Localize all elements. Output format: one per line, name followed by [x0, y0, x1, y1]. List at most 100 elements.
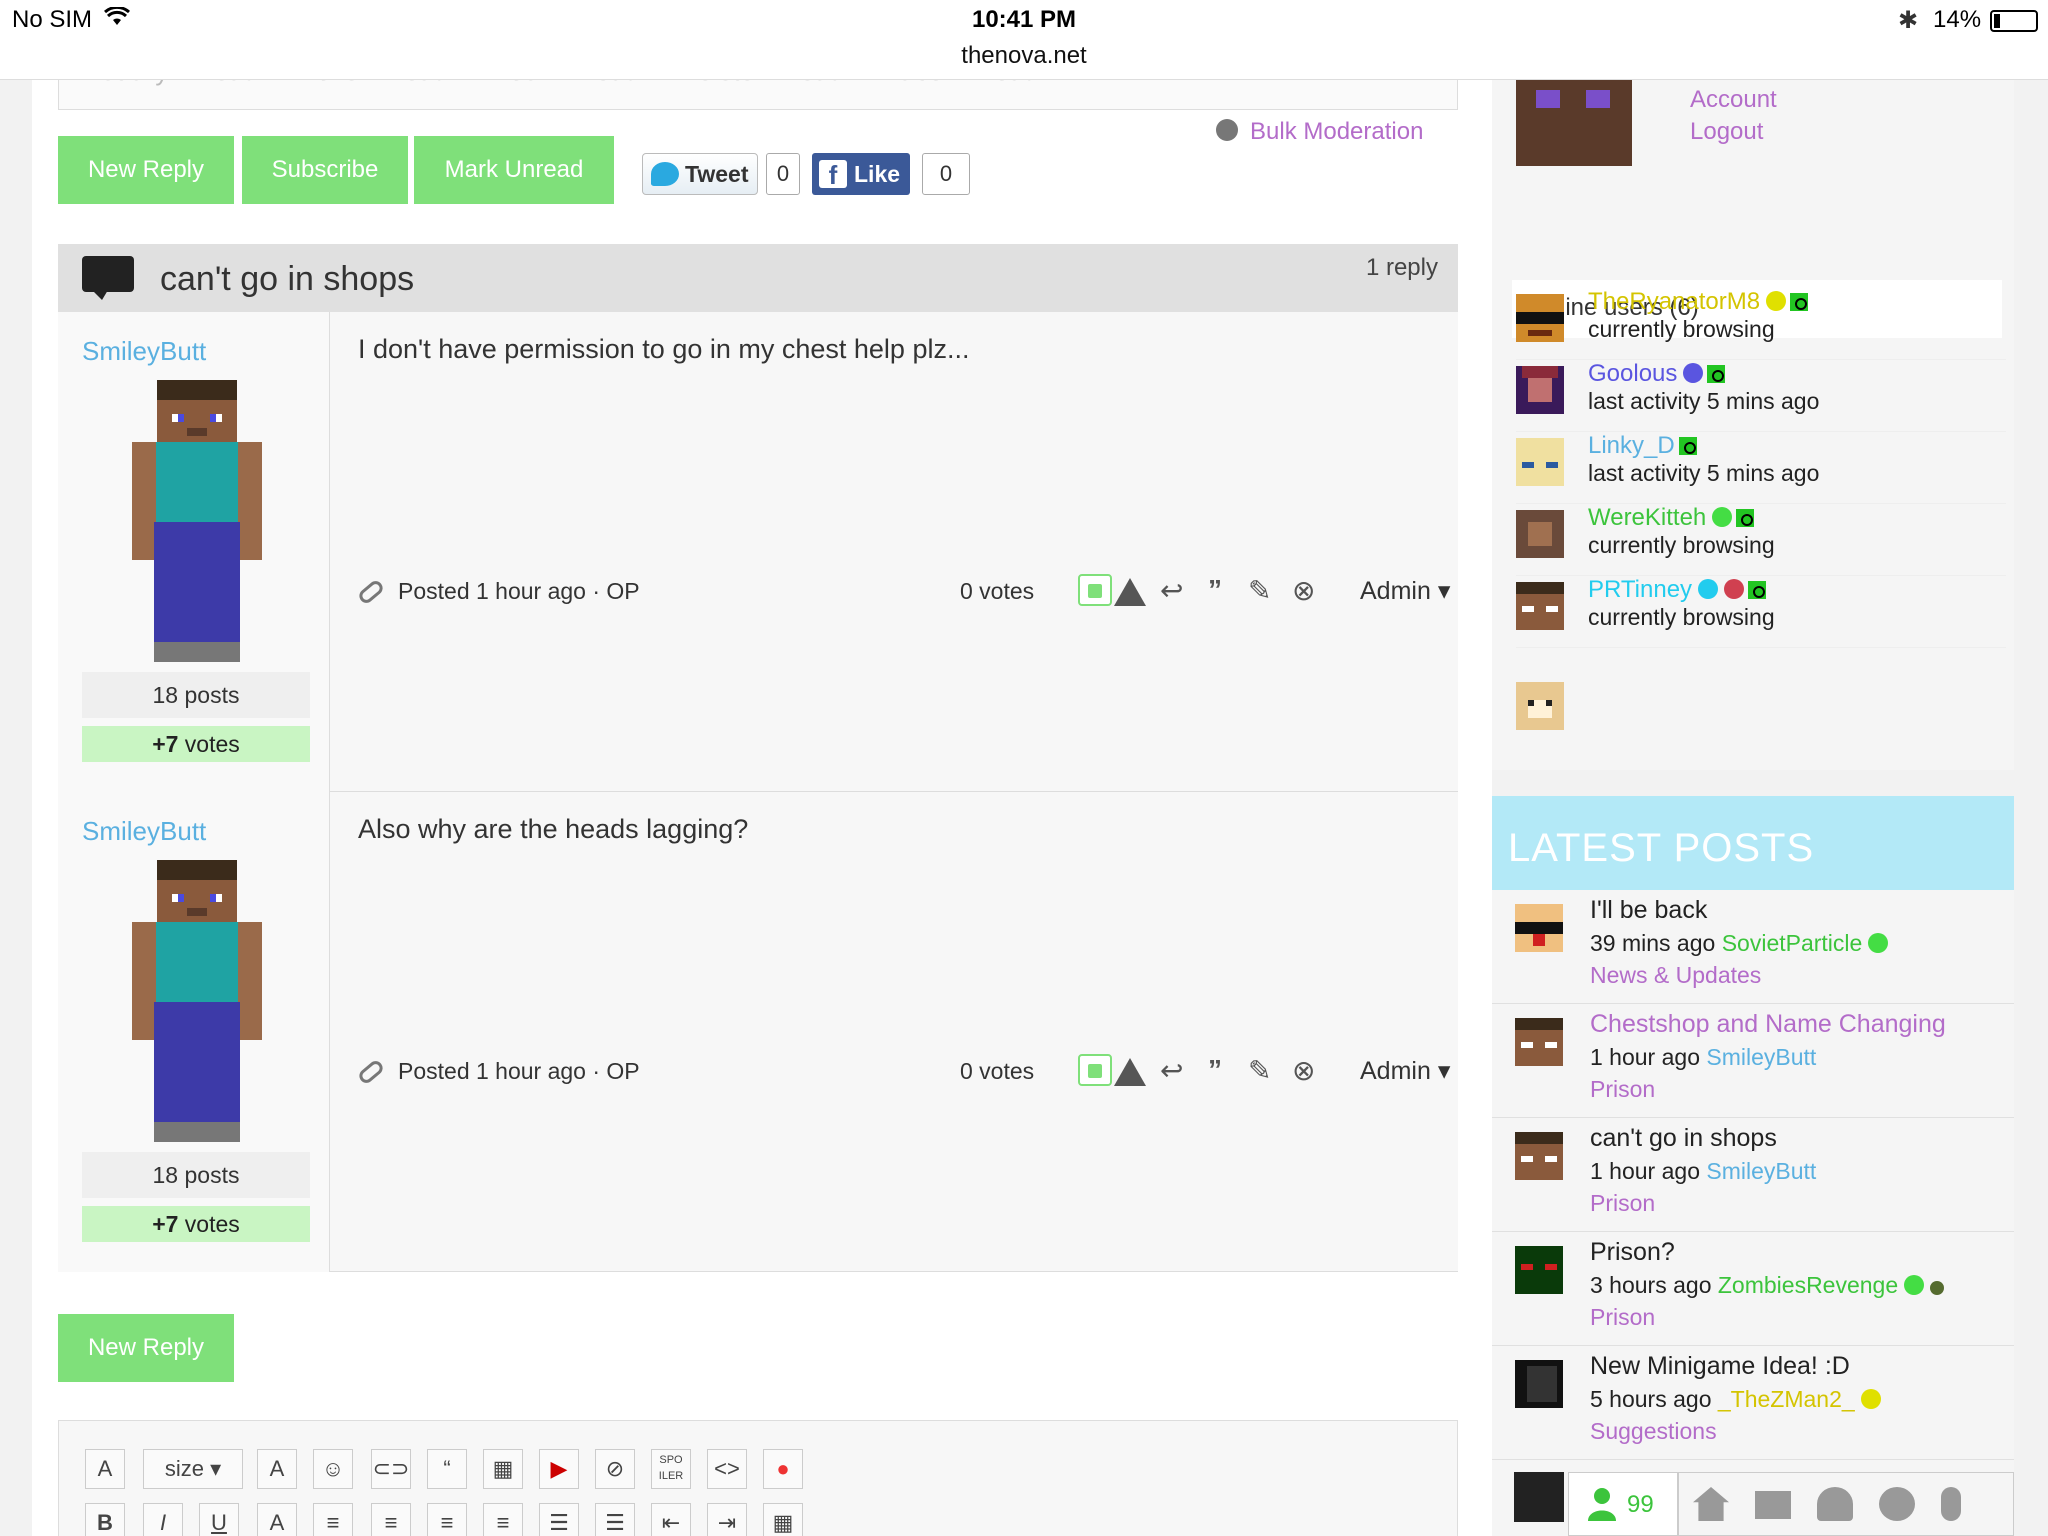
latest-post-item[interactable]: Chestshop and Name Changing 1 hour ago S…	[1492, 1004, 2014, 1118]
delete-icon[interactable]: ⊗	[1292, 574, 1315, 607]
italic-icon[interactable]: I	[143, 1503, 183, 1536]
permalink-icon[interactable]	[356, 578, 386, 606]
online-user[interactable]: TheRyanatorM8 currently browsing	[1516, 288, 2006, 360]
bulk-moderation-link[interactable]: Bulk Moderation	[1216, 118, 1423, 146]
latest-post-user[interactable]: ZombiesRevenge	[1718, 1272, 1898, 1298]
underline-icon[interactable]: U	[199, 1503, 239, 1536]
account-link[interactable]: Account	[1690, 86, 1777, 114]
bullet-list-icon[interactable]: ☰	[539, 1503, 579, 1536]
indent-icon[interactable]: ⇥	[707, 1503, 747, 1536]
delete-icon[interactable]: ⊗	[1292, 1054, 1315, 1087]
online-user-status: currently browsing	[1588, 316, 1775, 342]
latest-post-item[interactable]: I'll be back 39 mins ago SovietParticle …	[1492, 890, 2014, 1004]
thumbs-up-icon[interactable]	[1078, 1054, 1112, 1086]
edit-icon[interactable]: ✎	[1248, 1054, 1271, 1087]
reply-count: 1 reply	[1365, 254, 1438, 281]
admin-label: Admin	[1360, 577, 1431, 605]
latest-post-category[interactable]: Prison	[1590, 1076, 1655, 1103]
bell-icon[interactable]	[1817, 1487, 1853, 1521]
justify-icon[interactable]: ≡	[483, 1503, 523, 1536]
online-user[interactable]: WereKitteh currently browsing	[1516, 504, 2006, 576]
new-reply-button[interactable]: New Reply	[58, 136, 234, 204]
table-icon[interactable]: ▦	[763, 1503, 803, 1536]
spoiler-icon[interactable]: SPO ILER	[651, 1449, 691, 1489]
latest-post-item[interactable]: Prison? 3 hours ago ZombiesRevenge Priso…	[1492, 1232, 2014, 1346]
latest-post-category[interactable]: News & Updates	[1590, 962, 1761, 989]
latest-post-title[interactable]: I'll be back	[1590, 896, 1707, 925]
latest-post-user[interactable]: SmileyButt	[1706, 1158, 1816, 1184]
online-user-status: currently browsing	[1588, 532, 1775, 558]
latest-post-category[interactable]: Prison	[1590, 1190, 1655, 1217]
latest-post-user[interactable]: SovietParticle	[1722, 930, 1863, 956]
link-icon[interactable]: ⊂⊃	[371, 1449, 411, 1489]
attachment-icon[interactable]: ⊘	[595, 1449, 635, 1489]
post-author-column: SmileyButt 18 posts +7 votes	[58, 312, 330, 792]
post-author-column: SmileyButt 18 posts +7 votes	[58, 792, 330, 1272]
author-votes-label: votes	[178, 731, 240, 757]
remove-format-icon[interactable]: A	[85, 1449, 125, 1489]
toolbar-avatar	[1514, 1472, 1564, 1522]
outdent-icon[interactable]: ⇤	[651, 1503, 691, 1536]
online-count-button[interactable]: 99	[1568, 1472, 1678, 1536]
rank-icon	[1707, 365, 1726, 383]
latest-post-user[interactable]: _TheZMan2_	[1718, 1386, 1855, 1412]
home-icon[interactable]	[1693, 1487, 1729, 1521]
alert-icon[interactable]: ●	[763, 1449, 803, 1489]
bold-icon[interactable]: B	[85, 1503, 125, 1536]
admin-dropdown[interactable]: Admin ▾	[1360, 1056, 1450, 1086]
post-author-name[interactable]: SmileyButt	[82, 336, 206, 367]
logout-link[interactable]: Logout	[1690, 118, 1763, 146]
group-icon[interactable]	[1879, 1487, 1915, 1521]
report-icon[interactable]	[1114, 1058, 1146, 1086]
latest-post-category[interactable]: Suggestions	[1590, 1418, 1717, 1445]
facebook-icon: f	[819, 160, 847, 190]
reply-icon[interactable]: ↩	[1160, 1054, 1183, 1087]
youtube-icon[interactable]: ▶	[539, 1449, 579, 1489]
text-color-icon[interactable]: A	[257, 1449, 297, 1489]
latest-post-item[interactable]: can't go in shops 1 hour ago SmileyButt …	[1492, 1118, 2014, 1232]
post-author-name[interactable]: SmileyButt	[82, 816, 206, 847]
reply-icon[interactable]: ↩	[1160, 574, 1183, 607]
numbered-list-icon[interactable]: ☰	[595, 1503, 635, 1536]
admin-label: Admin	[1360, 1057, 1431, 1085]
quote-icon[interactable]: ”	[1208, 1054, 1222, 1086]
facebook-like-button[interactable]: f Like	[812, 153, 910, 195]
emoji-icon[interactable]: ☺	[313, 1449, 353, 1489]
align-center-icon[interactable]: ≡	[371, 1503, 411, 1536]
align-left-icon[interactable]: ≡	[313, 1503, 353, 1536]
online-user-name: TheRyanatorM8	[1588, 288, 1809, 316]
quote-icon[interactable]: ”	[1208, 574, 1222, 606]
bluetooth-icon: ✱	[1898, 7, 1919, 34]
online-user[interactable]: Goolous last activity 5 mins ago	[1516, 360, 2006, 432]
address-bar[interactable]: thenova.net	[0, 42, 2048, 70]
latest-post-title[interactable]: Prison?	[1590, 1238, 1675, 1267]
thumbs-up-icon[interactable]	[1078, 574, 1112, 606]
mark-unread-button[interactable]: Mark Unread	[414, 136, 614, 204]
user-avatar	[1516, 438, 1564, 486]
latest-post-category[interactable]: Prison	[1590, 1304, 1655, 1331]
highlight-icon[interactable]: A	[257, 1503, 297, 1536]
report-icon[interactable]	[1114, 578, 1146, 606]
latest-post-item[interactable]: New Minigame Idea! :D 5 hours ago _TheZM…	[1492, 1346, 2014, 1460]
microphone-icon[interactable]	[1941, 1487, 1961, 1521]
image-icon[interactable]: ▦	[483, 1449, 523, 1489]
permalink-icon[interactable]	[356, 1058, 386, 1086]
thread-main: Sticky Thread Move Thread Lock Thread De…	[32, 0, 1492, 1536]
edit-icon[interactable]: ✎	[1248, 574, 1271, 607]
online-user[interactable]: Linky_D last activity 5 mins ago	[1516, 432, 2006, 504]
mail-icon[interactable]	[1755, 1491, 1791, 1519]
code-icon[interactable]: <>	[707, 1449, 747, 1489]
size-dropdown[interactable]: size ▾	[143, 1449, 243, 1489]
quote-icon[interactable]: “	[427, 1449, 467, 1489]
tweet-button[interactable]: Tweet	[642, 153, 758, 195]
online-user-status: last activity 5 mins ago	[1588, 388, 1820, 414]
latest-post-title[interactable]: New Minigame Idea! :D	[1590, 1352, 1850, 1381]
latest-post-title[interactable]: Chestshop and Name Changing	[1590, 1010, 1946, 1039]
new-reply-button-bottom[interactable]: New Reply	[58, 1314, 234, 1382]
latest-post-user[interactable]: SmileyButt	[1706, 1044, 1816, 1070]
admin-dropdown[interactable]: Admin ▾	[1360, 576, 1450, 606]
online-user[interactable]: PRTinney currently browsing	[1516, 576, 2006, 648]
subscribe-button[interactable]: Subscribe	[242, 136, 408, 204]
latest-post-title[interactable]: can't go in shops	[1590, 1124, 1777, 1153]
align-right-icon[interactable]: ≡	[427, 1503, 467, 1536]
